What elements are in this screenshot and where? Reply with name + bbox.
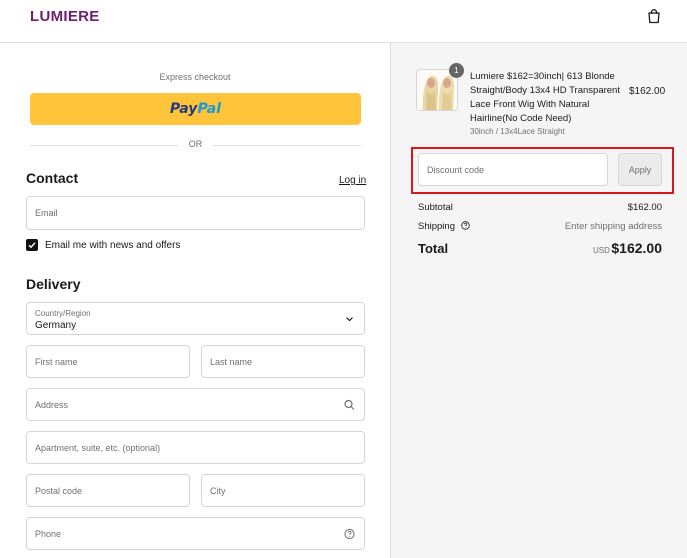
first-name-field[interactable]: First name [26, 345, 190, 378]
country-value: Germany [35, 320, 77, 331]
order-summary: 1 Lumiere $162=30inch| 613 Blonde Straig… [390, 43, 687, 558]
total-currency: USD [593, 246, 610, 255]
product-variant: 30inch / 13x4Lace Straight [470, 127, 565, 136]
chevron-down-icon [346, 316, 353, 321]
newsletter-checkbox[interactable] [26, 239, 38, 251]
login-link[interactable]: Log in [339, 175, 366, 186]
country-select[interactable]: Country/Region Germany [26, 302, 365, 335]
product-name: Lumiere $162=30inch| 613 Blonde Straight… [470, 71, 620, 124]
email-placeholder: Email [35, 208, 58, 218]
postal-code-placeholder: Postal code [35, 485, 83, 496]
delivery-heading: Delivery [26, 276, 81, 292]
total-label: Total [418, 241, 449, 256]
help-circle-icon[interactable] [344, 528, 355, 539]
paypal-logo-part2: Pal [197, 101, 222, 117]
subtotal-label: Subtotal [418, 202, 453, 213]
apartment-placeholder: Apartment, suite, etc. (optional) [35, 442, 161, 453]
shipping-value: Enter shipping address [564, 221, 662, 232]
apartment-field[interactable]: Apartment, suite, etc. (optional) [26, 431, 365, 464]
first-name-placeholder: First name [35, 356, 78, 367]
last-name-placeholder: Last name [210, 356, 253, 367]
discount-code-placeholder: Discount code [427, 164, 485, 175]
postal-code-field[interactable]: Postal code [26, 474, 190, 507]
paypal-button[interactable]: Pay Pal [30, 93, 361, 125]
site-header: LUMIERE [0, 0, 687, 43]
newsletter-label: Email me with news and offers [45, 240, 181, 251]
subtotal-value: $162.00 [627, 202, 662, 213]
phone-placeholder: Phone [35, 528, 62, 539]
city-field[interactable]: City [201, 474, 365, 507]
discount-code-field[interactable]: Discount code [418, 153, 608, 186]
paypal-logo-part1: Pay [169, 101, 198, 117]
city-placeholder: City [210, 485, 226, 496]
search-icon [344, 399, 355, 410]
country-label: Country/Region [35, 309, 91, 318]
shipping-label: Shipping [418, 221, 455, 232]
quantity-badge: 1 [449, 63, 464, 78]
total-value: $162.00 [611, 240, 662, 256]
or-divider: OR [30, 139, 361, 151]
brand-logo[interactable]: LUMIERE [30, 8, 100, 25]
address-field[interactable]: Address [26, 388, 365, 421]
or-text: OR [188, 139, 203, 149]
checkmark-icon [28, 242, 36, 249]
shopping-bag-icon[interactable] [646, 8, 662, 24]
email-field[interactable]: Email [26, 196, 365, 230]
contact-heading: Contact [26, 170, 79, 186]
address-placeholder: Address [35, 399, 69, 410]
express-checkout-label: Express checkout [159, 72, 231, 82]
shipping-row-label: Shipping [418, 221, 470, 232]
apply-button[interactable]: Apply [618, 153, 662, 186]
info-icon[interactable] [460, 221, 470, 230]
last-name-field[interactable]: Last name [201, 345, 365, 378]
checkout-form: Express checkout Pay Pal OR Contact Log i… [0, 43, 390, 558]
product-price: $162.00 [629, 86, 666, 97]
phone-field[interactable]: Phone [26, 517, 365, 550]
